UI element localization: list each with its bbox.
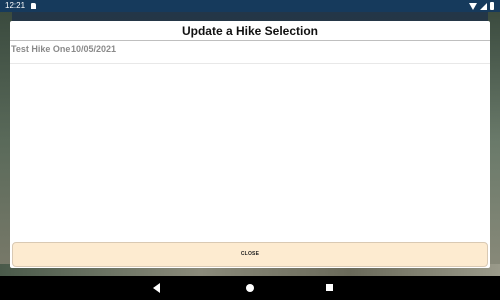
app-screen: 12:21 Update a Hike Selection Test Hike … — [0, 0, 500, 300]
home-icon[interactable] — [246, 284, 254, 292]
navigation-bar — [0, 276, 500, 300]
list-item[interactable]: Test Hike One 10/05/2021 — [10, 41, 490, 64]
back-icon[interactable] — [153, 283, 160, 293]
hike-name: Test Hike One — [11, 44, 71, 54]
signal-icon — [480, 2, 487, 10]
hike-selection-dialog: Update a Hike Selection Test Hike One 10… — [10, 21, 490, 268]
battery-icon — [490, 2, 494, 10]
hike-date: 10/05/2021 — [71, 44, 117, 54]
status-time: 12:21 — [5, 1, 26, 10]
dialog-title: Update a Hike Selection — [10, 22, 490, 41]
status-icons — [469, 2, 494, 10]
status-bar: 12:21 — [0, 0, 500, 12]
wifi-icon — [469, 2, 477, 10]
recents-icon[interactable] — [326, 284, 333, 291]
sd-card-icon — [31, 3, 36, 9]
close-button[interactable]: CLOSE — [12, 242, 488, 267]
